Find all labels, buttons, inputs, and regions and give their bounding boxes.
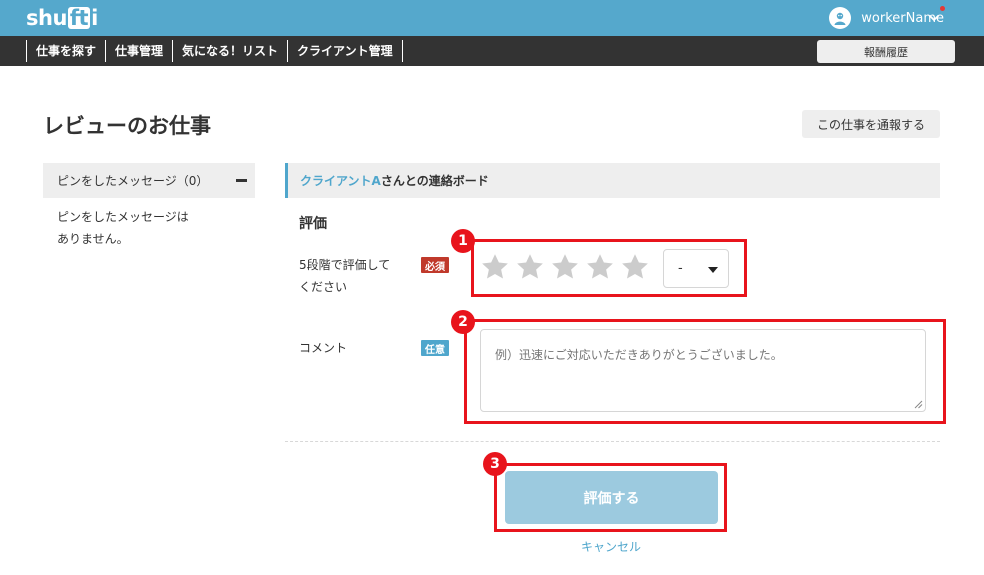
page-title: レビューのお仕事 <box>43 114 211 138</box>
annotation-box-2 <box>464 319 946 424</box>
contact-board-header: クライアントA さんとの連絡ボード <box>285 163 940 198</box>
pinned-messages-empty: ピンをしたメッセージは ありません。 <box>57 206 237 250</box>
collapse-icon[interactable] <box>236 179 247 182</box>
annotation-number-1: 1 <box>451 229 475 253</box>
shufti-logo[interactable]: shu ft i <box>26 6 98 30</box>
notification-dot <box>940 6 945 11</box>
nav-item-job-management[interactable]: 仕事管理 <box>105 40 172 62</box>
cancel-link[interactable]: キャンセル <box>581 538 641 555</box>
avatar-icon[interactable] <box>829 7 852 29</box>
nav-item-favorites[interactable]: 気になる！リスト <box>172 40 287 62</box>
pinned-empty-line-2: ありません。 <box>57 232 129 246</box>
required-badge: 必須 <box>421 257 449 273</box>
review-section-title: 評価 <box>299 216 327 232</box>
annotation-box-1 <box>471 239 747 297</box>
top-bar: shu ft i workerName <box>0 0 984 36</box>
pinned-messages-header[interactable]: ピンをしたメッセージ（0） <box>43 163 255 198</box>
chevron-down-icon[interactable] <box>928 12 940 24</box>
nav-menu: 仕事を探す 仕事管理 気になる！リスト クライアント管理 <box>26 36 403 66</box>
nav-bar: 仕事を探す 仕事管理 気になる！リスト クライアント管理 報酬履歴 <box>0 36 984 66</box>
logo-text-box: ft <box>67 6 91 30</box>
rating-label: 5段階で評価して ください <box>299 254 409 298</box>
rating-label-line-2: ください <box>299 280 348 294</box>
annotation-number-3: 3 <box>483 452 507 476</box>
reward-history-button[interactable]: 報酬履歴 <box>817 40 955 63</box>
logo-text-right: i <box>91 6 98 30</box>
pinned-empty-line-1: ピンをしたメッセージは <box>57 210 189 224</box>
annotation-number-2: 2 <box>451 310 475 334</box>
nav-item-client-management[interactable]: クライアント管理 <box>287 40 403 62</box>
nav-item-find-jobs[interactable]: 仕事を探す <box>26 40 105 62</box>
divider <box>285 441 940 442</box>
pinned-messages-title: ピンをしたメッセージ（0） <box>57 174 209 188</box>
annotation-box-3 <box>494 463 727 532</box>
user-menu[interactable]: workerName <box>829 7 944 29</box>
comment-label: コメント <box>299 341 348 355</box>
optional-badge: 任意 <box>421 340 449 356</box>
board-title-suffix: さんとの連絡ボード <box>380 174 489 188</box>
logo-text-left: shu <box>26 6 67 30</box>
client-name-link[interactable]: クライアントA <box>300 172 381 189</box>
rating-label-line-1: 5段階で評価して <box>299 258 391 272</box>
report-job-button[interactable]: この仕事を通報する <box>802 110 940 138</box>
